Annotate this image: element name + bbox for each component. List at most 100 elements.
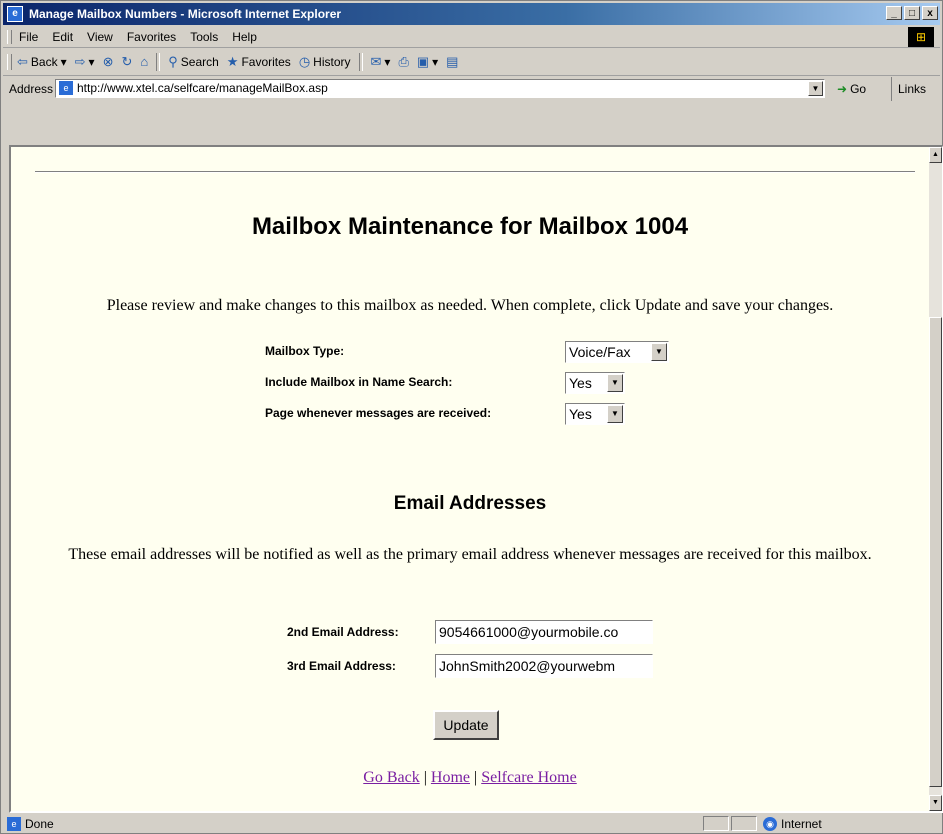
- home-icon: ⌂: [140, 54, 149, 69]
- address-url: http://www.xtel.ca/selfcare/manageMailBo…: [77, 81, 328, 95]
- edit-icon: ▣: [416, 54, 430, 69]
- toolbar-separator: [358, 53, 363, 71]
- scroll-thumb[interactable]: [929, 317, 942, 787]
- security-zone: ◉ Internet: [763, 815, 822, 833]
- back-button[interactable]: ⇦ Back ▾: [17, 49, 67, 75]
- forward-dropdown-icon[interactable]: ▾: [89, 49, 95, 75]
- title-bar: e Manage Mailbox Numbers - Microsoft Int…: [3, 3, 940, 25]
- name-search-select[interactable]: Yes ▼: [565, 372, 625, 394]
- page-icon: e: [59, 81, 73, 95]
- back-arrow-icon: ⇦: [17, 54, 28, 69]
- page-content: Mailbox Maintenance for Mailbox 1004 Ple…: [11, 147, 929, 811]
- chevron-down-icon: ▼: [607, 374, 623, 392]
- print-button[interactable]: ⎙: [398, 49, 408, 75]
- menu-grip: [7, 30, 12, 44]
- toolbar: ⇦ Back ▾ ⇨ ▾ ⊗ ↻ ⌂ ⚲ Search ★ Favorites …: [3, 49, 940, 76]
- stop-icon: ⊗: [102, 54, 114, 69]
- intro-text: Please review and make changes to this m…: [106, 297, 834, 314]
- link-separator: |: [423, 769, 427, 786]
- page-messages-label: Page whenever messages are received:: [265, 406, 492, 420]
- email3-label: 3rd Email Address:: [287, 659, 396, 673]
- update-button[interactable]: Update: [433, 710, 499, 740]
- menu-favorites[interactable]: Favorites: [127, 27, 176, 47]
- ie-icon: e: [7, 6, 23, 22]
- chevron-down-icon: ▼: [651, 343, 667, 361]
- history-button[interactable]: ◷ History: [299, 49, 351, 75]
- menu-edit[interactable]: Edit: [52, 27, 73, 47]
- address-input[interactable]: e http://www.xtel.ca/selfcare/manageMailB…: [55, 79, 825, 98]
- zone-label: Internet: [781, 817, 822, 831]
- search-icon: ⚲: [168, 54, 178, 69]
- page-done-icon: e: [7, 817, 21, 831]
- selfcare-home-link[interactable]: Selfcare Home: [481, 769, 577, 786]
- address-label: Address: [9, 82, 54, 96]
- status-panel: [703, 816, 729, 831]
- mail-button[interactable]: ✉ ▾: [371, 49, 391, 75]
- name-search-label: Include Mailbox in Name Search:: [265, 375, 453, 389]
- email3-field[interactable]: JohnSmith2002@yourwebm: [435, 654, 653, 678]
- home-button[interactable]: ⌂: [140, 49, 148, 75]
- menu-file[interactable]: File: [19, 27, 38, 47]
- email2-field[interactable]: 9054661000@yourmobile.co: [435, 620, 653, 644]
- back-label: Back: [30, 55, 58, 69]
- discuss-button[interactable]: ▤: [446, 49, 458, 75]
- go-arrow-icon: ➜: [837, 82, 848, 96]
- forward-button[interactable]: ⇨ ▾: [75, 49, 95, 75]
- page-messages-value: Yes: [569, 406, 592, 422]
- stop-button[interactable]: ⊗: [103, 49, 114, 75]
- status-text: Done: [25, 817, 54, 831]
- email2-label: 2nd Email Address:: [287, 625, 399, 639]
- mail-dropdown-icon[interactable]: ▾: [384, 49, 390, 75]
- page-messages-select[interactable]: Yes ▼: [565, 403, 625, 425]
- mailbox-type-label: Mailbox Type:: [265, 344, 345, 358]
- status-left: e Done: [7, 815, 54, 833]
- mailbox-type-select[interactable]: Voice/Fax ▼: [565, 341, 669, 363]
- scroll-up-icon[interactable]: ▲: [929, 147, 942, 163]
- windows-logo-icon: ⊞: [908, 27, 934, 47]
- menu-bar: File Edit View Favorites Tools Help ⊞: [3, 27, 940, 48]
- favorites-label: Favorites: [241, 55, 291, 69]
- go-back-link[interactable]: Go Back: [363, 769, 419, 786]
- favorites-icon: ★: [226, 54, 239, 69]
- link-separator: |: [474, 769, 478, 786]
- page-title: Mailbox Maintenance for Mailbox 1004: [251, 213, 689, 240]
- address-dropdown-icon[interactable]: ▼: [808, 81, 823, 96]
- email-section-title: Email Addresses: [393, 493, 547, 514]
- discuss-icon: ▤: [446, 54, 459, 69]
- chevron-down-icon: ▼: [607, 405, 623, 423]
- home-link[interactable]: Home: [431, 769, 470, 786]
- edit-dropdown-icon[interactable]: ▾: [432, 49, 438, 75]
- address-bar: Address e http://www.xtel.ca/selfcare/man…: [3, 77, 940, 101]
- forward-arrow-icon: ⇨: [74, 54, 86, 69]
- close-button[interactable]: x: [922, 6, 938, 20]
- scroll-down-icon[interactable]: ▼: [929, 795, 942, 811]
- go-button[interactable]: ➜ Go: [837, 77, 866, 101]
- vertical-scrollbar[interactable]: ▲ ▼: [929, 147, 942, 811]
- status-panel: [731, 816, 757, 831]
- email-note-text: These email addresses will be notified a…: [68, 546, 872, 563]
- print-icon: ⎙: [398, 54, 409, 69]
- window-title: Manage Mailbox Numbers - Microsoft Inter…: [29, 7, 342, 21]
- search-label: Search: [180, 55, 219, 69]
- refresh-button[interactable]: ↻: [121, 49, 132, 75]
- status-bar: e Done ◉ Internet: [3, 815, 940, 833]
- go-label: Go: [850, 82, 867, 96]
- minimize-button[interactable]: _: [886, 6, 902, 20]
- menu-help[interactable]: Help: [232, 27, 257, 47]
- toolbar-grip: [7, 54, 12, 70]
- history-label: History: [313, 55, 351, 69]
- back-dropdown-icon[interactable]: ▾: [61, 49, 67, 75]
- menu-tools[interactable]: Tools: [190, 27, 218, 47]
- edit-button[interactable]: ▣ ▾: [417, 49, 438, 75]
- window-controls: _ □ x: [886, 6, 938, 20]
- search-button[interactable]: ⚲ Search: [168, 49, 219, 75]
- menu-view[interactable]: View: [87, 27, 113, 47]
- mail-icon: ✉: [370, 54, 382, 69]
- browser-window: e Manage Mailbox Numbers - Microsoft Int…: [0, 0, 943, 834]
- links-button[interactable]: Links: [891, 77, 926, 101]
- favorites-button[interactable]: ★ Favorites: [227, 49, 291, 75]
- maximize-button[interactable]: □: [904, 6, 920, 20]
- horizontal-rule: [35, 171, 915, 173]
- toolbar-separator: [156, 53, 161, 71]
- history-icon: ◷: [298, 54, 311, 69]
